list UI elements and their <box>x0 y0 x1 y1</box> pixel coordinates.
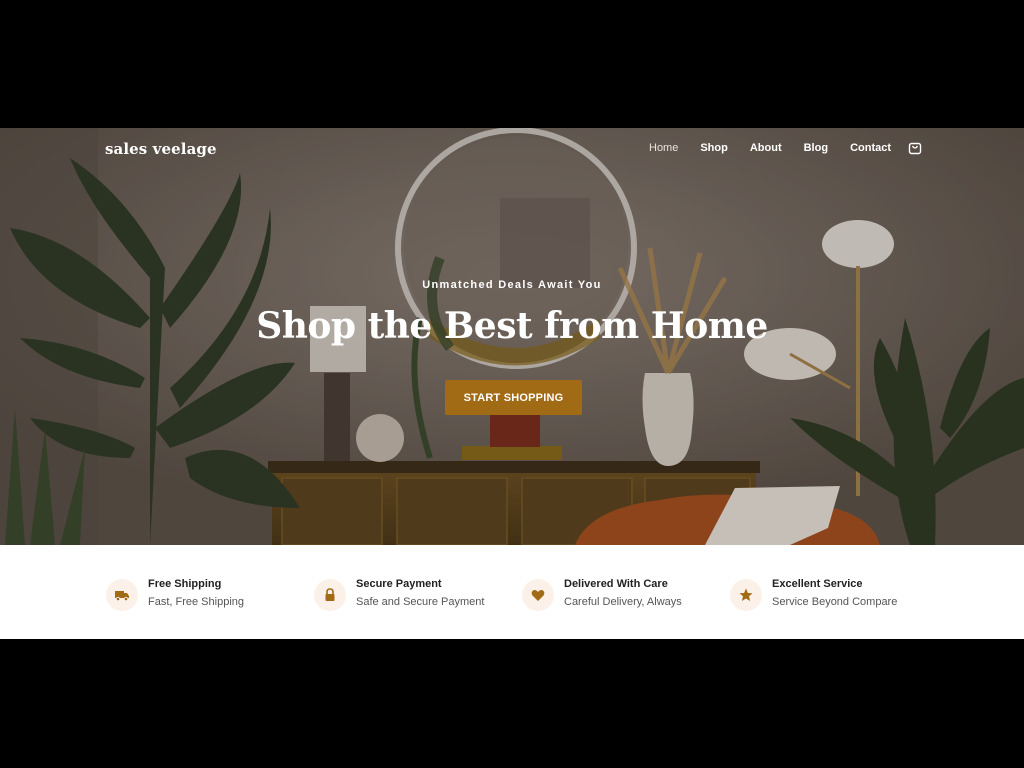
feature-title: Excellent Service <box>772 578 863 590</box>
feature-title: Secure Payment <box>356 578 442 590</box>
truck-icon <box>106 579 138 611</box>
letterbox-bottom <box>0 639 1024 768</box>
hero-headline: Shop the Best from Home <box>256 305 768 347</box>
feature-title: Delivered With Care <box>564 578 668 590</box>
top-navigation: sales veelage Home Shop About Blog Conta… <box>0 128 1024 170</box>
site-logo[interactable]: sales veelage <box>105 140 217 158</box>
feature-secure-payment: Secure Payment Safe and Secure Payment <box>314 578 514 612</box>
lock-icon <box>314 579 346 611</box>
feature-title: Free Shipping <box>148 578 222 590</box>
page: sales veelage Home Shop About Blog Conta… <box>0 128 1024 639</box>
shopping-bag-icon[interactable] <box>908 141 922 155</box>
star-icon <box>730 579 762 611</box>
features-bar: Free Shipping Fast, Free Shipping Secure… <box>0 545 1024 639</box>
heart-icon <box>522 579 554 611</box>
feature-excellent-service: Excellent Service Service Beyond Compare <box>730 578 930 612</box>
nav-item-about[interactable]: About <box>750 142 782 154</box>
feature-subtitle: Safe and Secure Payment <box>356 596 485 608</box>
nav-item-shop[interactable]: Shop <box>700 142 728 154</box>
feature-free-shipping: Free Shipping Fast, Free Shipping <box>106 578 306 612</box>
feature-subtitle: Service Beyond Compare <box>772 596 898 608</box>
feature-subtitle: Fast, Free Shipping <box>148 596 244 608</box>
letterbox-top <box>0 0 1024 128</box>
main-menu: Home Shop About Blog Contact <box>649 142 913 154</box>
start-shopping-button[interactable]: START SHOPPING <box>445 380 582 415</box>
feature-delivered-with-care: Delivered With Care Careful Delivery, Al… <box>522 578 722 612</box>
nav-item-blog[interactable]: Blog <box>804 142 828 154</box>
nav-item-contact[interactable]: Contact <box>850 142 891 154</box>
hero-eyebrow: Unmatched Deals Await You <box>422 279 602 291</box>
hero-section: sales veelage Home Shop About Blog Conta… <box>0 128 1024 545</box>
nav-item-home[interactable]: Home <box>649 142 678 154</box>
feature-subtitle: Careful Delivery, Always <box>564 596 682 608</box>
